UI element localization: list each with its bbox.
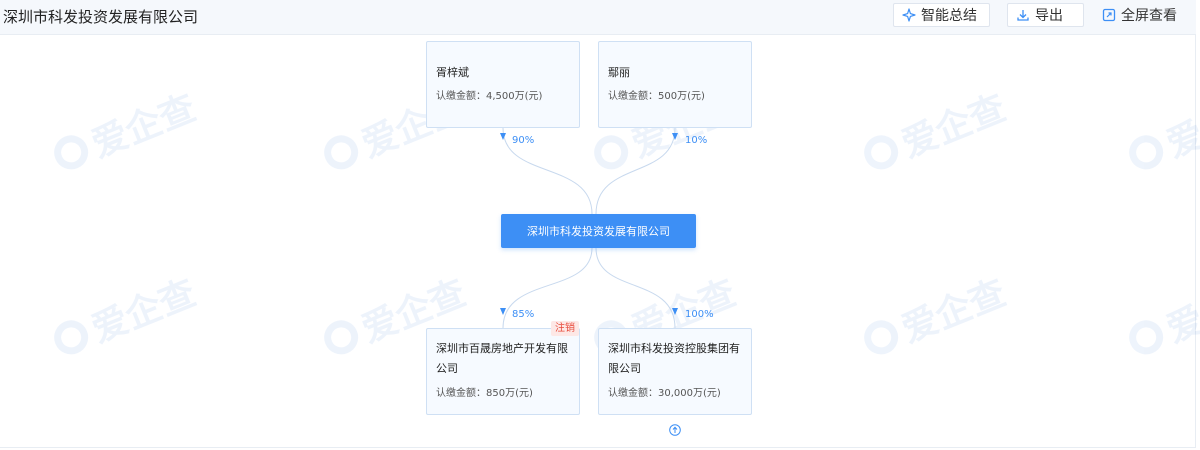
- link-investment-2: [595, 247, 676, 329]
- fullscreen-button[interactable]: 全屏查看: [1097, 3, 1182, 27]
- link-shareholder-2: [595, 127, 676, 215]
- center-company-name: 深圳市科发投资发展有限公司: [527, 225, 670, 238]
- shareholder-percent: 10%: [685, 135, 708, 146]
- page-header: 深圳市科发投资发展有限公司 智能总结 导出 全屏查看: [0, 0, 1196, 35]
- export-label: 导出: [1035, 8, 1063, 24]
- investment-node[interactable]: 注销 深圳市百晟房地产开发有限公司 认缴金额：850万(元): [426, 321, 580, 415]
- investment-amount: 认缴金额：30,000万(元): [608, 388, 721, 399]
- smart-summary-button[interactable]: 智能总结: [893, 3, 990, 27]
- equity-graph-canvas[interactable]: 爱企查 爱企查 爱企查 爱企查 爱企查 爱企查 爱企查 爱企查 爱企查 爱企查 …: [0, 35, 1200, 448]
- shareholder-amount: 认缴金额：4,500万(元): [436, 91, 543, 102]
- fullscreen-icon: [1102, 8, 1116, 22]
- investment-amount: 认缴金额：850万(元): [436, 388, 533, 399]
- center-company-node[interactable]: 深圳市科发投资发展有限公司: [501, 214, 696, 248]
- export-button[interactable]: 导出: [1007, 3, 1084, 27]
- shareholder-percent: 90%: [512, 135, 535, 146]
- expand-arrow-icon[interactable]: [669, 424, 681, 436]
- investment-name: 深圳市科发投资控股集团有限公司: [608, 342, 740, 375]
- investment-name: 深圳市百晟房地产开发有限公司: [436, 342, 568, 375]
- fullscreen-label: 全屏查看: [1121, 8, 1177, 24]
- download-icon: [1017, 10, 1029, 21]
- shareholder-name: 鄢丽: [608, 66, 630, 79]
- sparkle-icon: [902, 8, 916, 22]
- investment-percent: 100%: [685, 309, 714, 320]
- shareholder-node[interactable]: 胥梓斌 认缴金额：4,500万(元): [426, 41, 580, 128]
- investment-node[interactable]: 深圳市科发投资控股集团有限公司 认缴金额：30,000万(元): [598, 328, 752, 415]
- shareholder-name: 胥梓斌: [436, 66, 469, 79]
- shareholder-amount: 认缴金额：500万(元): [608, 91, 705, 102]
- smart-summary-label: 智能总结: [921, 8, 977, 24]
- arrow-shareholder-2: [672, 133, 678, 140]
- page-title: 深圳市科发投资发展有限公司: [3, 8, 199, 26]
- status-badge: 注销: [551, 321, 579, 336]
- shareholder-node[interactable]: 鄢丽 认缴金额：500万(元): [598, 41, 752, 128]
- investment-percent: 85%: [512, 309, 535, 320]
